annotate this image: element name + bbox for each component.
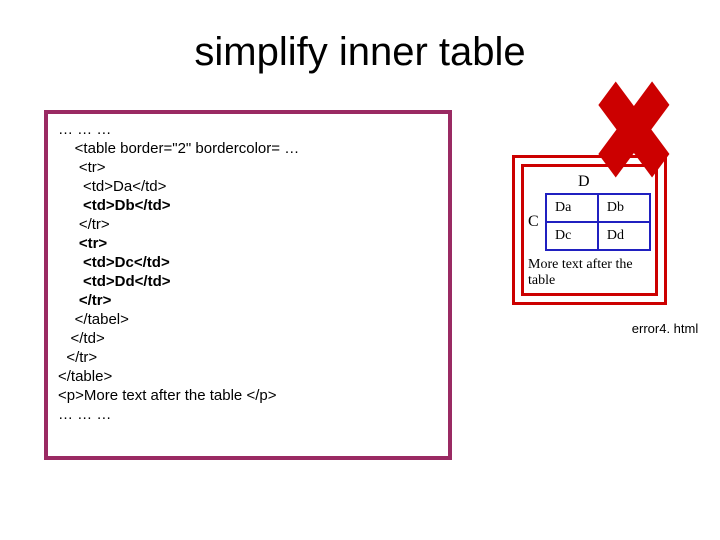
- code-line: … … …: [58, 121, 111, 138]
- preview-label-c: C: [528, 213, 541, 231]
- cell-dc: Dc: [546, 222, 598, 250]
- code-line: <td>Da</td>: [58, 178, 166, 195]
- preview-row: C Da Db Dc Dd: [528, 193, 651, 251]
- table-row: Dc Dd: [546, 222, 650, 250]
- preview-inner-table: Da Db Dc Dd: [545, 193, 651, 251]
- cell-da: Da: [546, 194, 598, 222]
- render-preview: D C Da Db Dc Dd More text after the tabl…: [512, 155, 667, 305]
- cell-dd: Dd: [598, 222, 650, 250]
- code-line: <p>More text after the table </p>: [58, 387, 276, 404]
- code-line: </tr>: [58, 216, 110, 233]
- code-line: </td>: [58, 330, 105, 347]
- code-line-bold: </tr>: [58, 292, 111, 309]
- code-line: <table border="2" bordercolor= …: [58, 140, 299, 157]
- code-line: </table>: [58, 368, 112, 385]
- code-line: </tr>: [58, 349, 97, 366]
- code-line-bold: <td>Db</td>: [58, 197, 171, 214]
- render-preview-inner: D C Da Db Dc Dd More text after the tabl…: [521, 164, 658, 296]
- filename-label: error4. html: [625, 322, 705, 336]
- code-line-bold: <tr>: [58, 235, 107, 252]
- cell-db: Db: [598, 194, 650, 222]
- code-line: </tabel>: [58, 311, 129, 328]
- table-row: Da Db: [546, 194, 650, 222]
- code-line: <tr>: [58, 159, 106, 176]
- slide-title: simplify inner table: [0, 30, 720, 75]
- code-line-bold: <td>Dc</td>: [58, 254, 170, 271]
- code-line: … … …: [58, 406, 111, 423]
- preview-caption: More text after the table: [528, 257, 651, 289]
- preview-label-d: D: [578, 173, 651, 191]
- code-line-bold: <td>Dd</td>: [58, 273, 171, 290]
- code-block: … … … <table border="2" bordercolor= … <…: [44, 110, 452, 460]
